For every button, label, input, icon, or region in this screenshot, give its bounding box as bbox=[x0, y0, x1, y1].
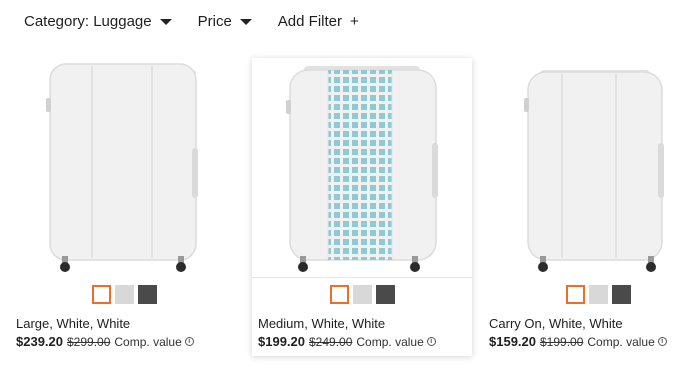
category-filter-label: Category: Luggage bbox=[24, 13, 152, 30]
price-filter[interactable]: Price bbox=[198, 13, 252, 30]
swatch-light-gray[interactable] bbox=[352, 285, 372, 304]
add-filter-button[interactable]: Add Filter + bbox=[278, 13, 359, 30]
product-card[interactable]: Medium, White, White $199.20 $249.00 Com… bbox=[252, 58, 472, 356]
comp-value-label: Comp. value bbox=[356, 334, 424, 349]
product-image-medium-suitcase[interactable] bbox=[252, 58, 472, 278]
color-swatches bbox=[252, 285, 472, 304]
color-swatches bbox=[488, 285, 690, 304]
plus-icon: + bbox=[350, 13, 359, 30]
product-name[interactable]: Carry On, White, White bbox=[489, 316, 623, 331]
caret-down-icon bbox=[239, 19, 252, 25]
swatch-light-gray[interactable] bbox=[588, 285, 608, 304]
swatch-white-selected[interactable] bbox=[565, 285, 585, 304]
swatch-white-selected[interactable] bbox=[329, 285, 349, 304]
swatch-dark-gray[interactable] bbox=[375, 285, 395, 304]
comp-value-label: Comp. value bbox=[587, 334, 655, 349]
product-card[interactable]: Large, White, White $239.20 $299.00 Comp… bbox=[14, 58, 234, 356]
sale-price: $199.20 bbox=[258, 334, 305, 349]
original-price: $249.00 bbox=[309, 334, 353, 349]
add-filter-label: Add Filter bbox=[277, 13, 342, 30]
color-swatches bbox=[14, 285, 234, 304]
info-icon[interactable]: i bbox=[184, 337, 194, 346]
swatch-light-gray[interactable] bbox=[114, 285, 134, 304]
original-price: $299.00 bbox=[67, 334, 111, 349]
price-row: $199.20 $249.00 Comp. value i bbox=[258, 334, 436, 349]
caret-down-icon bbox=[159, 19, 172, 25]
filter-bar: Category: Luggage Price Add Filter + bbox=[24, 13, 385, 30]
price-row: $159.20 $199.00 Comp. value i bbox=[489, 334, 667, 349]
product-card[interactable]: Carry On, White, White $159.20 $199.00 C… bbox=[488, 58, 690, 356]
category-filter[interactable]: Category: Luggage bbox=[24, 13, 172, 30]
swatch-dark-gray[interactable] bbox=[611, 285, 631, 304]
sale-price: $239.20 bbox=[16, 334, 63, 349]
comp-value-label: Comp. value bbox=[114, 334, 182, 349]
sale-price: $159.20 bbox=[489, 334, 536, 349]
product-image-large-suitcase[interactable] bbox=[14, 58, 234, 278]
original-price: $199.00 bbox=[540, 334, 584, 349]
price-row: $239.20 $299.00 Comp. value i bbox=[16, 334, 194, 349]
product-image-carry-on-suitcase[interactable] bbox=[488, 58, 690, 278]
swatch-white-selected[interactable] bbox=[91, 285, 111, 304]
product-name[interactable]: Large, White, White bbox=[16, 316, 130, 331]
swatch-dark-gray[interactable] bbox=[137, 285, 157, 304]
price-filter-label: Price bbox=[197, 13, 232, 30]
info-icon[interactable]: i bbox=[657, 337, 667, 346]
product-name[interactable]: Medium, White, White bbox=[258, 316, 385, 331]
info-icon[interactable]: i bbox=[426, 337, 436, 346]
